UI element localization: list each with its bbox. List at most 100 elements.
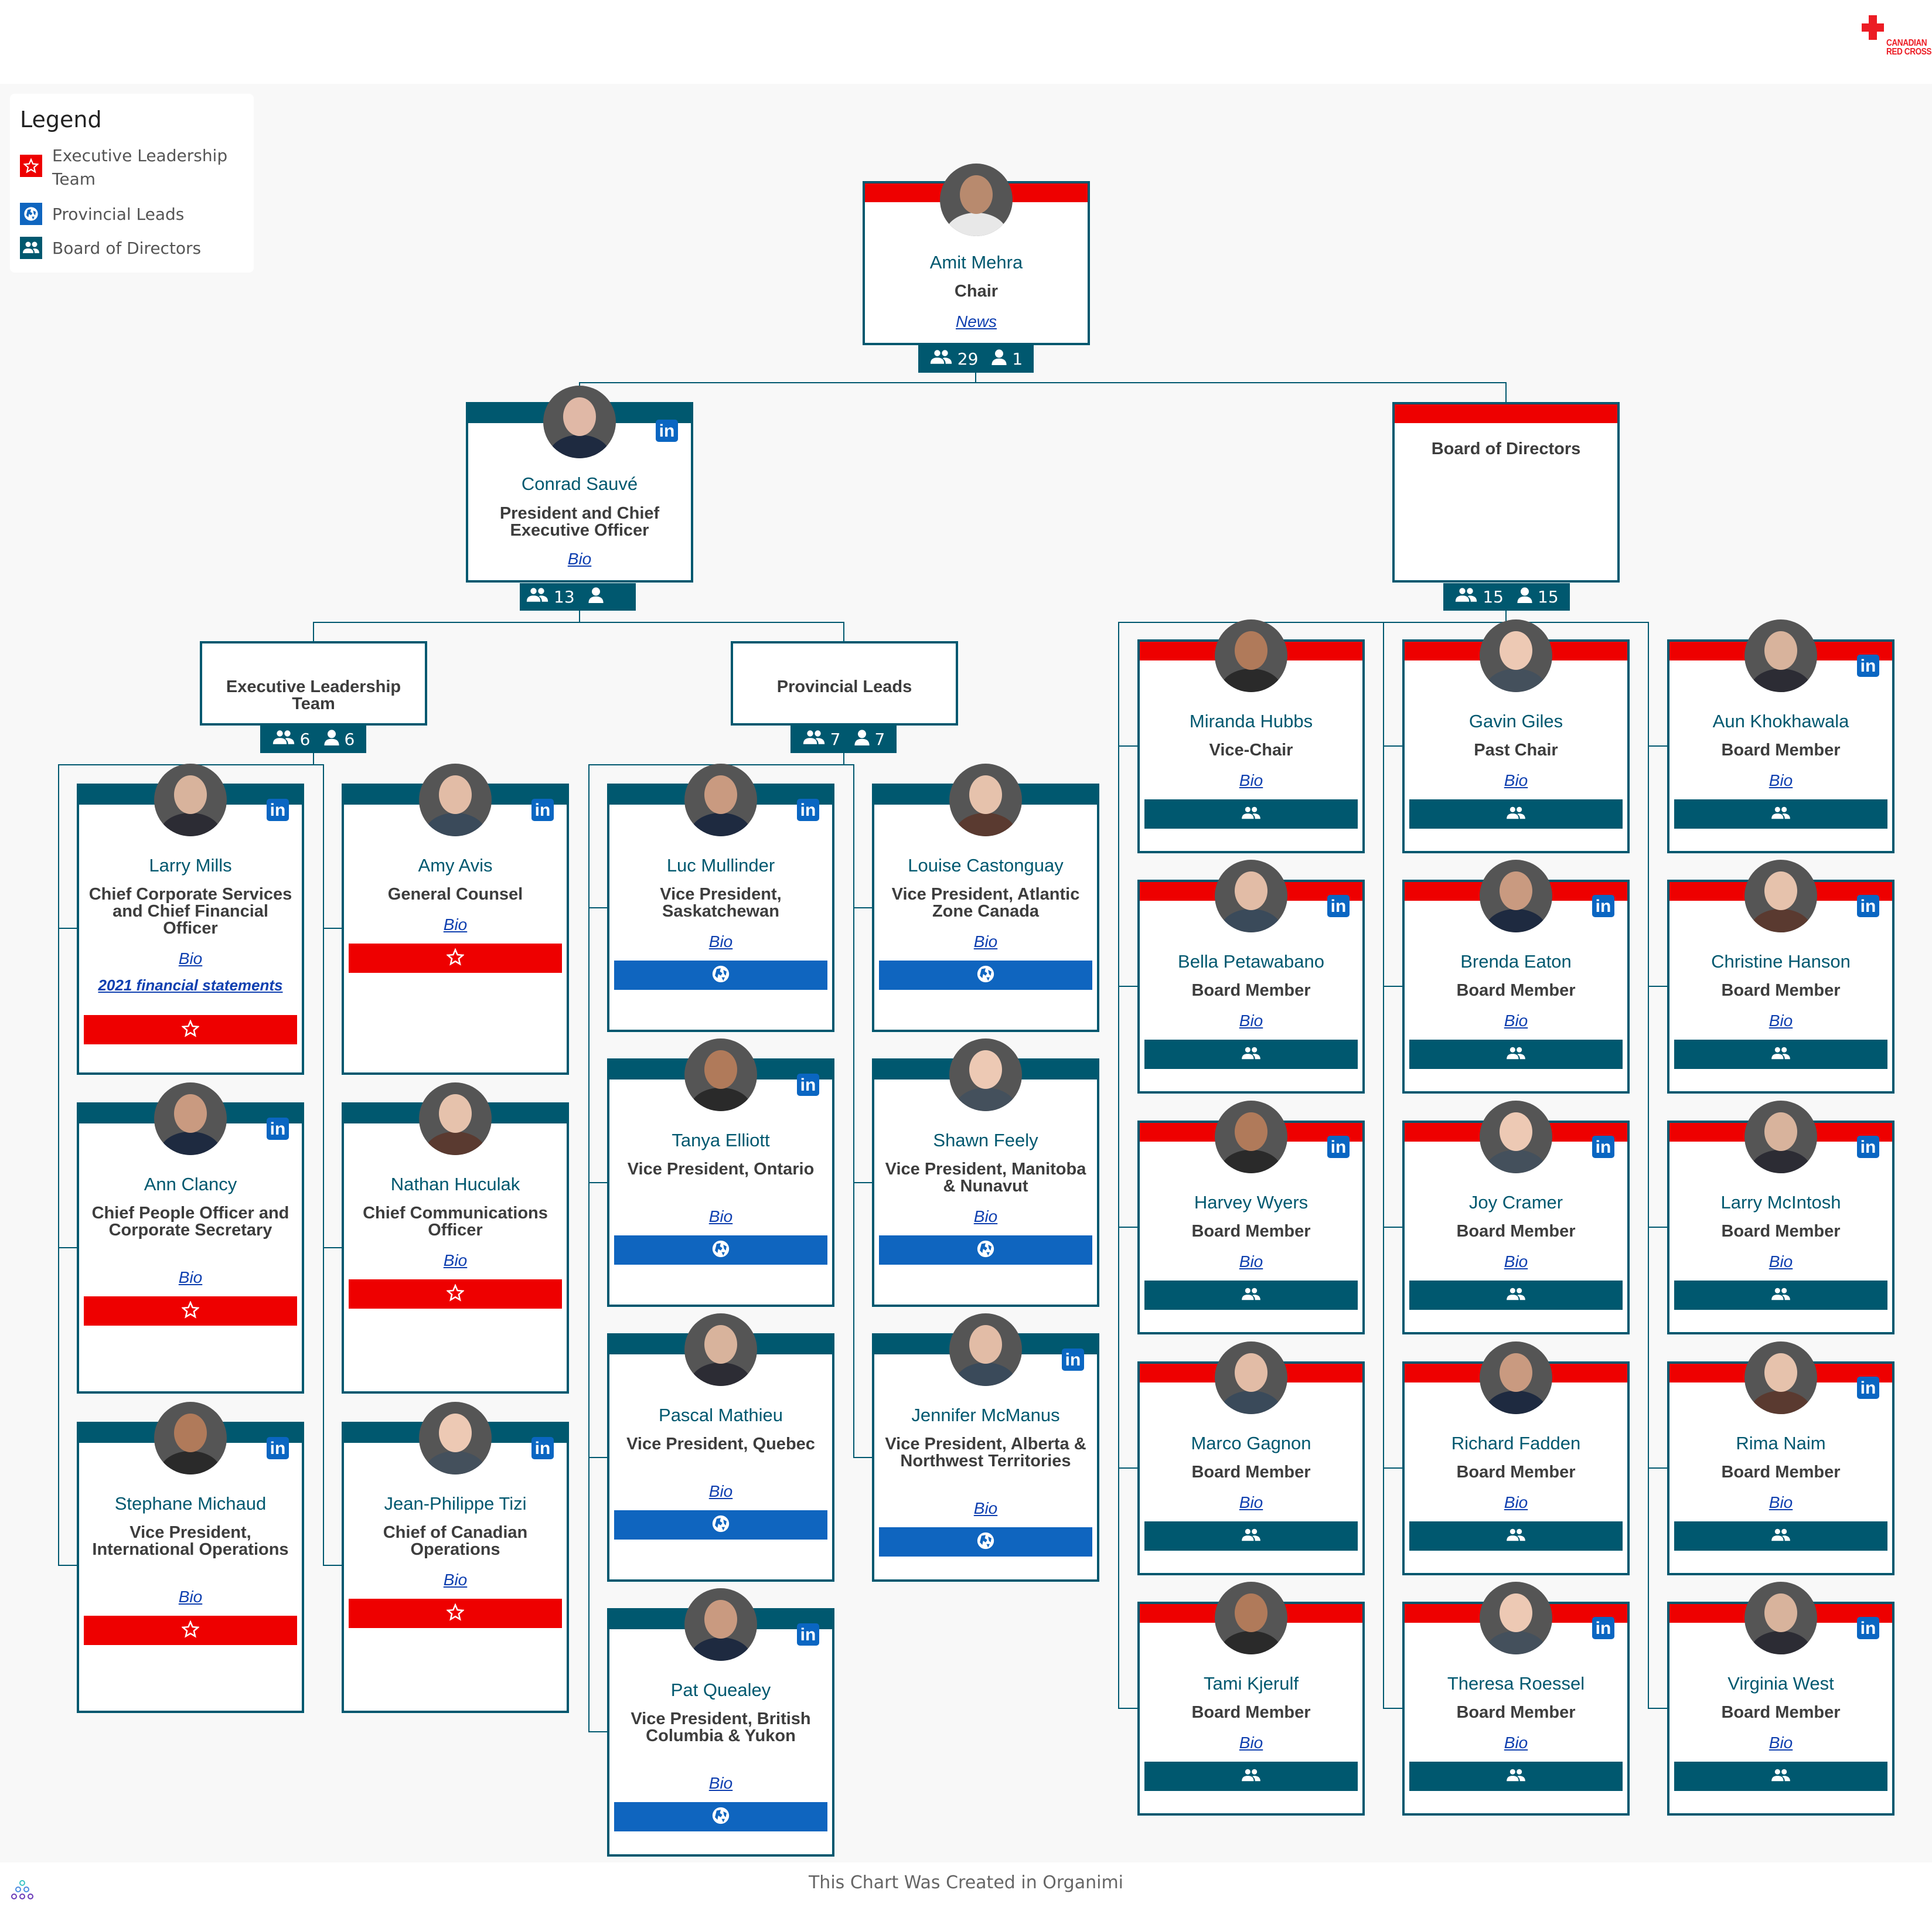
category-tag-bar[interactable] [84,1616,297,1645]
bio-link[interactable]: Bio [344,1251,567,1270]
bio-link[interactable]: Bio [1669,1252,1892,1271]
bio-link[interactable]: Bio [1405,1493,1627,1512]
bio-link[interactable]: Bio [874,1499,1097,1518]
person-card[interactable]: Shawn Feely Vice President, Manitoba & Nu… [872,1038,1099,1307]
category-tag-bar[interactable] [84,1015,297,1044]
person-card[interactable]: in Rima Naim Board Member Bio [1667,1341,1894,1575]
category-tag-bar[interactable] [1409,1040,1623,1069]
category-tag-bar[interactable] [1409,1521,1623,1551]
person-card-chair[interactable]: Amit Mehra Chair News [863,164,1090,345]
group-card-board-of-directors[interactable]: Board of Directors [1392,402,1620,583]
category-tag-bar[interactable] [1674,1521,1887,1551]
linkedin-icon[interactable]: in [1327,1136,1350,1158]
linkedin-icon[interactable]: in [531,799,554,821]
category-tag-bar[interactable] [1144,1281,1358,1310]
linkedin-icon[interactable]: in [1857,655,1879,677]
linkedin-icon[interactable]: in [1592,1136,1614,1158]
person-card[interactable]: Miranda Hubbs Vice-Chair Bio [1137,619,1365,853]
person-card[interactable]: Gavin Giles Past Chair Bio [1402,619,1630,853]
category-tag-bar[interactable] [614,1235,827,1265]
category-tag-bar[interactable] [1674,1040,1887,1069]
category-tag-bar[interactable] [1674,1762,1887,1791]
bio-link[interactable]: Bio [1140,1493,1362,1512]
person-card[interactable]: in Brenda Eaton Board Member Bio [1402,860,1630,1094]
count-badge-elt[interactable]: 6 6 [260,726,366,753]
bio-link[interactable]: Bio [609,1207,832,1226]
linkedin-icon[interactable]: in [1062,1348,1084,1371]
bio-link[interactable]: Bio [609,1482,832,1501]
bio-link[interactable]: Bio [874,932,1097,951]
person-card[interactable]: in Bella Petawabano Board Member Bio [1137,860,1365,1094]
category-tag-bar[interactable] [1674,799,1887,829]
category-tag-bar[interactable] [1674,1281,1887,1310]
person-card[interactable]: in Larry McIntosh Board Member Bio [1667,1101,1894,1334]
person-card[interactable]: in Aun Khokhawala Board Member Bio [1667,619,1894,853]
group-card-executive-leadership[interactable]: Executive Leadership Team [200,641,427,726]
linkedin-icon[interactable]: in [1857,1377,1879,1399]
category-tag-bar[interactable] [1144,1762,1358,1791]
bio-link[interactable]: Bio [1405,1252,1627,1271]
person-card[interactable]: in Jennifer McManus Vice President, Albert… [872,1313,1099,1582]
bio-link[interactable]: Bio [874,1207,1097,1226]
linkedin-icon[interactable]: in [531,1437,554,1459]
linkedin-icon[interactable]: in [267,1118,289,1140]
person-card[interactable]: Pascal Mathieu Vice President, Quebec Bio [607,1313,834,1582]
bio-link[interactable]: Bio [1405,1734,1627,1752]
bio-link[interactable]: Bio [1140,1252,1362,1271]
category-tag-bar[interactable] [1144,1040,1358,1069]
person-card[interactable]: in Joy Cramer Board Member Bio [1402,1101,1630,1334]
category-tag-bar[interactable] [1409,799,1623,829]
category-tag-bar[interactable] [879,1235,1092,1265]
person-card[interactable]: in Harvey Wyers Board Member Bio [1137,1101,1365,1334]
person-card[interactable]: Louise Castonguay Vice President, Atlanti… [872,764,1099,1032]
category-tag-bar[interactable] [1409,1762,1623,1791]
person-card[interactable]: in Christine Hanson Board Member Bio [1667,860,1894,1094]
count-badge-board[interactable]: 15 15 [1443,583,1570,611]
category-tag-bar[interactable] [614,1510,827,1540]
bio-link[interactable]: Bio [1669,771,1892,790]
person-card[interactable]: Richard Fadden Board Member Bio [1402,1341,1630,1575]
bio-link[interactable]: Bio [79,1588,302,1606]
linkedin-icon[interactable]: in [797,1074,819,1096]
count-badge-chair[interactable]: 29 1 [918,345,1034,373]
bio-link[interactable]: Bio [1405,771,1627,790]
linkedin-icon[interactable]: in [267,1437,289,1459]
financial-statements-link[interactable]: 2021 financial statements [86,978,295,993]
person-card[interactable]: Marco Gagnon Board Member Bio [1137,1341,1365,1575]
bio-link[interactable]: Bio [344,1571,567,1589]
category-tag-bar[interactable] [1144,799,1358,829]
bio-link[interactable]: Bio [1669,1493,1892,1512]
linkedin-icon[interactable]: in [1592,1617,1614,1639]
linkedin-icon[interactable]: in [1857,1617,1879,1639]
person-card[interactable]: Nathan Huculak Chief Communications Offic… [342,1082,569,1394]
news-link[interactable]: News [865,312,1088,331]
linkedin-icon[interactable]: in [267,799,289,821]
category-tag-bar[interactable] [349,1279,562,1309]
person-card[interactable]: in Amy Avis General Counsel Bio [342,764,569,1075]
count-badge-pl[interactable]: 7 7 [790,726,897,753]
linkedin-icon[interactable]: in [797,1623,819,1646]
category-tag-bar[interactable] [1144,1521,1358,1551]
linkedin-icon[interactable]: in [797,799,819,821]
bio-link[interactable]: Bio [344,915,567,934]
bio-link[interactable]: Bio [1405,1012,1627,1030]
bio-link[interactable]: Bio [1669,1734,1892,1752]
category-tag-bar[interactable] [614,961,827,990]
person-card[interactable]: in Luc Mullinder Vice President, Saskatche… [607,764,834,1032]
bio-link[interactable]: Bio [1669,1012,1892,1030]
linkedin-icon[interactable]: in [1857,1136,1879,1158]
linkedin-icon[interactable]: in [1592,895,1614,917]
linkedin-icon[interactable]: in [656,420,678,442]
linkedin-icon[interactable]: in [1327,895,1350,917]
bio-link[interactable]: Bio [79,949,302,968]
person-card[interactable]: in Theresa Roessel Board Member Bio [1402,1582,1630,1816]
linkedin-icon[interactable]: in [1857,895,1879,917]
category-tag-bar[interactable] [349,944,562,973]
person-card[interactable]: in Larry Mills Chief Corporate Services an… [77,764,304,1075]
person-card[interactable]: in Virginia West Board Member Bio [1667,1582,1894,1816]
group-card-provincial-leads[interactable]: Provincial Leads [731,641,958,726]
person-card-ceo[interactable]: in Conrad Sauvé President and Chief Exec… [466,386,693,583]
bio-link[interactable]: Bio [1140,1734,1362,1752]
bio-link[interactable]: Bio [609,932,832,951]
person-card[interactable]: in Ann Clancy Chief People Officer and Cor… [77,1082,304,1394]
